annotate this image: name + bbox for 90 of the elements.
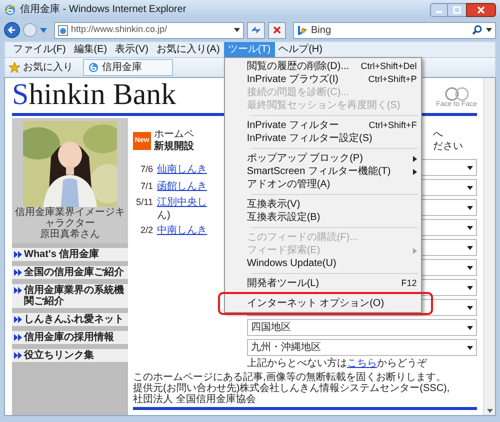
maximize-button[interactable] <box>448 2 466 16</box>
address-field[interactable]: http://www.shinkin.co.jp/ <box>54 22 244 38</box>
window-title: 信用金庫 - Windows Internet Explorer <box>20 2 186 17</box>
dropdown-caret-icon[interactable] <box>467 326 473 330</box>
close-icon <box>477 6 485 14</box>
refresh-arrows-icon <box>251 25 261 35</box>
double-arrow-icon <box>14 334 22 341</box>
news-text: ん) <box>157 210 172 220</box>
bank-logo[interactable]: Shinkin Bank <box>12 78 176 113</box>
search-icon[interactable] <box>472 25 482 35</box>
menu-bar-item[interactable]: 編集(E) <box>70 42 112 57</box>
menu-bar-item[interactable]: お気に入り(A) <box>152 42 224 57</box>
menu-item[interactable]: 閲覧の履歴の削除(D)... Ctrl+Shift+Del <box>224 60 421 73</box>
browser-tab[interactable]: 信用金庫 <box>83 59 173 76</box>
menu-item[interactable]: 互換表示設定(B) <box>224 211 421 224</box>
double-arrow-icon <box>14 352 22 359</box>
menu-item[interactable]: インターネット オプション(O) <box>224 297 421 310</box>
minimize-button[interactable] <box>430 2 448 16</box>
news-date: 7/1 <box>139 180 153 192</box>
back-arrow-icon <box>7 25 17 35</box>
favorites-button[interactable]: お気に入り <box>9 60 73 75</box>
globe-e-icon <box>4 4 16 16</box>
submenu-arrow-icon <box>412 156 417 162</box>
close-button[interactable] <box>466 2 496 16</box>
news-link[interactable]: 江別中央し <box>157 197 207 209</box>
footer-text: 提供元(お問い合わせ先)株式会社しんきん情報システムセンター(SSC),社団法人 全国信用金庫協会 <box>133 383 451 405</box>
caret-icon[interactable] <box>40 28 47 32</box>
menu-bar-item[interactable]: ファイル(F) <box>9 42 70 57</box>
back-button[interactable] <box>4 22 20 38</box>
photo-caption: 原田真希さん <box>40 229 100 240</box>
menu-item[interactable]: SmartScreen フィルター機能(T) <box>224 165 421 178</box>
news-link[interactable]: 仙南しんき <box>157 164 207 176</box>
menu-item[interactable]: 開発者ツール(L) F12 <box>224 277 421 290</box>
menu-item[interactable]: InPrivate ブラウズ(I) Ctrl+Shift+P <box>224 73 421 86</box>
region-select[interactable]: 九州・沖縄地区 <box>247 339 477 356</box>
dropdown-caret-icon[interactable] <box>467 266 473 270</box>
here-link[interactable]: こちら <box>347 358 377 369</box>
nav-link[interactable]: What's 信用金庫 <box>12 248 128 261</box>
menu-item[interactable]: Windows Update(U) <box>224 257 421 270</box>
news-date: 5/11 <box>135 196 153 209</box>
news-date: 2/2 <box>139 224 153 236</box>
menu-item[interactable]: アドオンの管理(A) <box>224 178 421 191</box>
help-text: 上記からとべない方はこちらからどうぞ <box>247 358 427 369</box>
dropdown-caret-icon[interactable] <box>467 186 473 190</box>
dropdown-caret-icon[interactable] <box>467 166 473 170</box>
photo-caption: 信用金庫業界イメージキャラクター <box>14 207 126 229</box>
dropdown-caret-icon[interactable] <box>467 206 473 210</box>
globe-e-icon <box>88 62 99 73</box>
double-arrow-icon <box>14 287 22 294</box>
footer-text: このホームページにある記事,画像等の無断転載を固くお断りします。 <box>133 372 447 383</box>
dropdown-caret-icon[interactable] <box>467 226 473 230</box>
menu-item[interactable]: 互換表示(V) <box>224 198 421 211</box>
menu-bar-item[interactable]: ヘルプ(H) <box>274 42 326 57</box>
nav-link[interactable]: 信用金庫の採用情報 <box>12 331 128 344</box>
search-field[interactable]: Bing <box>293 22 496 38</box>
headline-text: へ <box>433 129 443 141</box>
headline-text: 新規開設 <box>154 141 194 153</box>
news-link[interactable]: 中南しんき <box>157 224 207 236</box>
dropdown-caret-icon[interactable] <box>467 306 473 310</box>
headline-text: ださい <box>433 141 463 153</box>
headline-text: ホームペ <box>154 129 194 140</box>
menu-item[interactable]: ポップアップ ブロック(P) <box>224 152 421 165</box>
dropdown-caret-icon[interactable] <box>234 28 240 32</box>
dropdown-caret-icon[interactable] <box>467 286 473 290</box>
submenu-arrow-icon <box>412 168 417 174</box>
dropdown-caret-icon[interactable] <box>467 346 473 350</box>
region-select[interactable]: 四国地区 <box>247 319 477 336</box>
scrollbar[interactable] <box>483 78 495 415</box>
stop-x-icon <box>273 26 281 34</box>
menu-bar-item[interactable]: 表示(V) <box>111 42 152 57</box>
double-arrow-icon <box>14 251 22 258</box>
nav-link[interactable]: 役立ちリンク集 <box>12 349 128 362</box>
news-date: 7/6 <box>139 163 153 176</box>
maximize-icon <box>453 6 461 14</box>
page-icon <box>58 24 68 36</box>
submenu-arrow-icon <box>412 248 417 254</box>
nav-link[interactable]: しんきんふれ愛ネット <box>12 313 128 326</box>
stop-button[interactable] <box>268 22 286 38</box>
news-link[interactable]: 函館しんき <box>157 180 207 192</box>
double-arrow-icon <box>14 316 22 323</box>
nav-link[interactable]: 全国の信用金庫ご紹介 <box>12 266 128 279</box>
dropdown-caret-icon[interactable] <box>486 28 492 32</box>
refresh-button[interactable] <box>247 22 265 38</box>
double-arrow-icon <box>14 269 22 276</box>
dropdown-caret-icon[interactable] <box>467 246 473 250</box>
menu-item[interactable]: InPrivate フィルター設定(S) <box>224 132 421 145</box>
menu-item[interactable]: InPrivate フィルター Ctrl+Shift+F <box>224 119 421 132</box>
nav-link[interactable]: 信用金庫業界の系統機関ご紹介 <box>12 284 128 308</box>
star-icon <box>9 62 20 73</box>
scroll-down-arrow-icon[interactable] <box>486 409 492 413</box>
